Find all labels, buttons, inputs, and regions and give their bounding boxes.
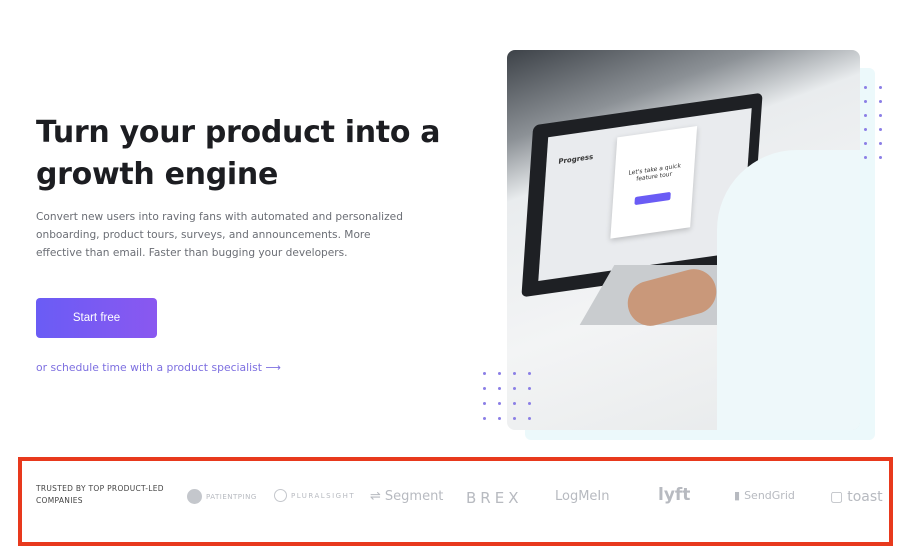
trusted-label: TRUSTED BY TOP PRODUCT-LED COMPANIES — [36, 484, 164, 505]
dot-pattern-right — [864, 86, 882, 159]
logo-brex: BREX — [466, 489, 523, 507]
hero-title: Turn your product into a growth engine — [36, 115, 441, 192]
logo-toast: ▢ toast — [830, 489, 883, 505]
screen-progress-title: Progress — [558, 152, 594, 166]
screen-modal-button — [634, 191, 671, 206]
logo-pluralsight: PLURALSIGHT — [274, 489, 355, 502]
schedule-specialist-link[interactable]: or schedule time with a product speciali… — [36, 361, 281, 374]
hero-description: Convert new users into raving fans with … — [36, 211, 403, 259]
screen-modal-title: Let's take a quick feature tour — [628, 162, 682, 183]
logo-segment: ⇌ Segment — [370, 489, 444, 504]
logo-patientping: PATIENTPING — [187, 489, 257, 504]
start-free-button[interactable]: Start free — [36, 298, 157, 338]
logo-sendgrid: ▮ SendGrid — [734, 489, 795, 502]
logo-lyft: lyft — [658, 485, 691, 505]
hero-photo-laptop: Progress Let's take a quick feature tour — [507, 50, 860, 430]
logo-logmein: LogMeIn — [555, 489, 610, 504]
trusted-companies-section: TRUSTED BY TOP PRODUCT-LED COMPANIES PAT… — [18, 457, 893, 546]
person-arm — [717, 150, 860, 430]
dot-pattern-left — [483, 372, 531, 420]
screen-modal: Let's take a quick feature tour — [610, 125, 698, 239]
